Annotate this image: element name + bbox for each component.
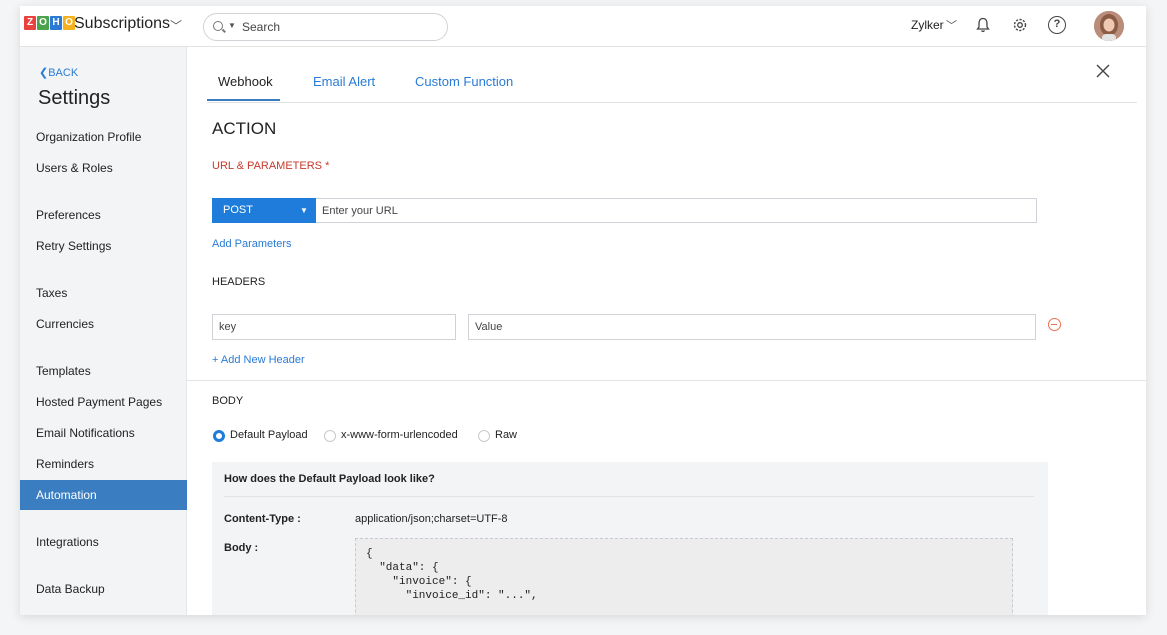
radio-label-default-payload[interactable]: Default Payload xyxy=(230,429,308,441)
code-line: "invoice": { xyxy=(366,576,472,588)
sidebar-item-taxes[interactable]: Taxes xyxy=(20,278,187,308)
caret-down-icon[interactable]: ▼ xyxy=(300,198,308,223)
code-line: { xyxy=(366,548,373,560)
active-tab-indicator xyxy=(207,99,280,101)
avatar-image xyxy=(1094,11,1124,41)
app-window: Z O H O Subscriptions ﹀ ▼ Zylker ﹀ ? xyxy=(20,6,1146,615)
back-link[interactable]: ❮BACK xyxy=(39,66,78,79)
sidebar-item-organization-profile[interactable]: Organization Profile xyxy=(20,122,187,152)
caret-down-icon[interactable]: ▼ xyxy=(228,21,236,30)
sidebar-item-email-notifications[interactable]: Email Notifications xyxy=(20,418,187,448)
tab-email-alert[interactable]: Email Alert xyxy=(313,74,375,89)
top-bar: Z O H O Subscriptions ﹀ ▼ Zylker ﹀ ? xyxy=(20,6,1146,47)
radio-raw[interactable] xyxy=(478,430,490,442)
tab-webhook[interactable]: Webhook xyxy=(218,74,273,89)
code-line: "invoice_id": "...", xyxy=(366,590,538,602)
sidebar-item-automation[interactable]: Automation xyxy=(20,480,187,510)
sidebar-item-reminders[interactable]: Reminders xyxy=(20,449,187,479)
chevron-down-icon[interactable]: ﹀ xyxy=(170,17,182,34)
product-name[interactable]: Subscriptions xyxy=(74,15,170,33)
help-icon[interactable]: ? xyxy=(1048,16,1066,34)
search-bar[interactable]: ▼ xyxy=(203,13,448,41)
header-value-input[interactable] xyxy=(468,314,1036,340)
radio-label-x-www-form-urlencoded[interactable]: x-www-form-urlencoded xyxy=(341,429,458,441)
body-code-label: Body : xyxy=(224,542,259,554)
radio-label-raw[interactable]: Raw xyxy=(495,429,517,441)
header-key-input[interactable] xyxy=(212,314,456,340)
back-label: BACK xyxy=(48,67,79,79)
url-parameters-label: URL & PARAMETERS * xyxy=(212,160,330,172)
search-icon xyxy=(213,21,223,31)
search-input[interactable] xyxy=(242,19,432,35)
settings-sidebar: ❮BACK Settings Organization Profile User… xyxy=(20,47,187,615)
sidebar-item-hosted-payment-pages[interactable]: Hosted Payment Pages xyxy=(20,387,187,417)
payload-code-block: { "data": { "invoice": { "invoice_id": "… xyxy=(355,538,1013,615)
add-new-header-link[interactable]: + Add New Header xyxy=(212,354,305,366)
gear-icon[interactable] xyxy=(1011,16,1029,34)
payload-title: How does the Default Payload look like? xyxy=(224,473,435,485)
sidebar-item-retry-settings[interactable]: Retry Settings xyxy=(20,231,187,261)
close-icon[interactable] xyxy=(1096,64,1110,78)
logo-letter: O xyxy=(37,16,49,30)
sidebar-item-currencies[interactable]: Currencies xyxy=(20,309,187,339)
headers-label: HEADERS xyxy=(212,276,266,288)
tab-custom-function[interactable]: Custom Function xyxy=(415,74,513,89)
content-type-label: Content-Type : xyxy=(224,513,301,525)
logo-letter: Z xyxy=(24,16,36,30)
payload-divider xyxy=(224,496,1034,497)
content-type-value: application/json;charset=UTF-8 xyxy=(355,513,508,525)
code-line: "data": { xyxy=(366,562,439,574)
radio-x-www-form-urlencoded[interactable] xyxy=(324,430,336,442)
logo-letter: H xyxy=(50,16,62,30)
url-input[interactable] xyxy=(316,198,1037,223)
sidebar-item-integrations[interactable]: Integrations xyxy=(20,527,187,557)
avatar[interactable] xyxy=(1094,11,1124,41)
sidebar-title: Settings xyxy=(38,87,111,109)
radio-default-payload[interactable] xyxy=(213,430,225,442)
sidebar-item-preferences[interactable]: Preferences xyxy=(20,200,187,230)
sidebar-item-templates[interactable]: Templates xyxy=(20,356,187,386)
zoho-logo[interactable]: Z O H O xyxy=(24,16,76,30)
section-title: ACTION xyxy=(212,119,277,138)
default-payload-panel: How does the Default Payload look like? … xyxy=(212,462,1048,615)
remove-header-icon[interactable] xyxy=(1048,318,1061,331)
sidebar-item-data-backup[interactable]: Data Backup xyxy=(20,574,187,604)
organization-switcher[interactable]: Zylker xyxy=(911,18,944,32)
section-divider xyxy=(187,380,1146,381)
bell-icon[interactable] xyxy=(976,17,990,33)
chevron-down-icon[interactable]: ﹀ xyxy=(946,17,957,33)
tab-divider xyxy=(207,102,1137,103)
add-parameters-link[interactable]: Add Parameters xyxy=(212,238,291,250)
body-label: BODY xyxy=(212,395,244,407)
sidebar-item-users-roles[interactable]: Users & Roles xyxy=(20,153,187,183)
